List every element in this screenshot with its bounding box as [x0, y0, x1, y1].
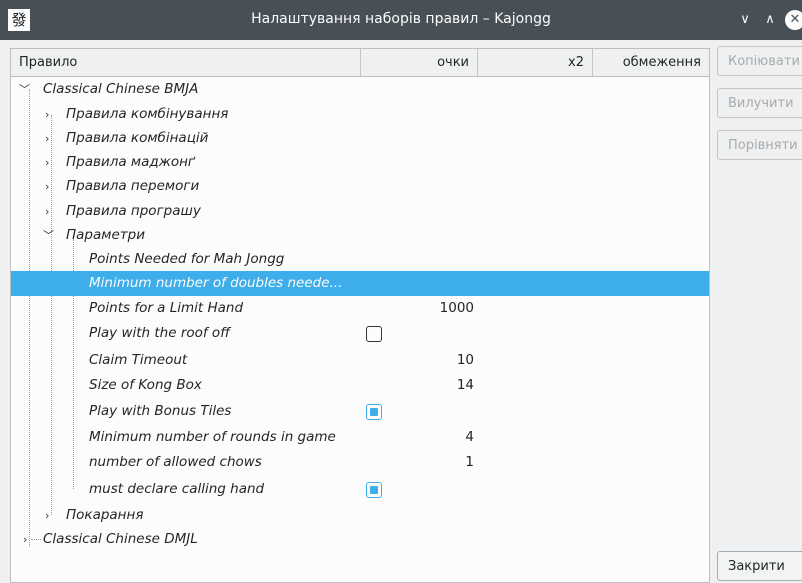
tree-row-combination-rules[interactable]: › Правила комбінацій	[11, 126, 709, 151]
tree-row-label: Покарання	[66, 507, 144, 523]
window-title: Налаштування наборів правил – Kajongg	[251, 11, 551, 27]
tree-row-label: Правила програшу	[66, 203, 201, 219]
tree-row-label: Minimum number of rounds in game	[89, 429, 336, 445]
tree-header: Правило очки x2 обмеження	[11, 49, 709, 77]
tree-row-param[interactable]: Size of Kong Box 14	[11, 373, 709, 398]
tree-row-param[interactable]: Play with the roof off	[11, 321, 709, 346]
tree-row-label: Правила маджонґ	[66, 154, 196, 170]
tree-row-param[interactable]: Play with Bonus Tiles	[11, 399, 709, 424]
ruleset-tree[interactable]: Правило очки x2 обмеження ﹀ Classical Ch…	[10, 48, 710, 583]
tree-row-label: Minimum number of doubles neede...	[89, 275, 343, 291]
column-header-doubles[interactable]: x2	[478, 49, 593, 76]
copy-button[interactable]: Копіювати	[717, 46, 802, 76]
close-button[interactable]: Закрити	[717, 551, 802, 581]
calling-hand-checkbox[interactable]	[366, 482, 382, 498]
chevron-right-icon[interactable]: ›	[45, 199, 49, 224]
chevron-right-icon[interactable]: ›	[45, 150, 49, 175]
tree-row-label: Classical Chinese DMJL	[43, 531, 198, 547]
tree-row-loser-rules[interactable]: › Правила програшу	[11, 199, 709, 224]
tree-row-param[interactable]: Points for a Limit Hand 1000	[11, 296, 709, 321]
chevron-right-icon[interactable]: ›	[45, 102, 49, 127]
tree-row-label: Classical Chinese BMJA	[43, 81, 199, 97]
tree-row-param[interactable]: number of allowed chows 1	[11, 450, 709, 475]
roof-off-checkbox[interactable]	[366, 326, 382, 342]
tree-row-param[interactable]: Minimum number of rounds in game 4	[11, 425, 709, 450]
tree-row-combining-rules[interactable]: › Правила комбінування	[11, 102, 709, 127]
points-value[interactable]: 4	[354, 425, 474, 450]
chevron-right-icon[interactable]: ›	[45, 126, 49, 151]
points-value[interactable]: 10	[354, 348, 474, 373]
tree-row-winner-rules[interactable]: › Правила перемоги	[11, 174, 709, 199]
column-header-rule[interactable]: Правило	[11, 49, 361, 76]
column-header-points[interactable]: очки	[361, 49, 478, 76]
title-bar: 發 Налаштування наборів правил – Kajongg …	[0, 0, 802, 40]
compare-button[interactable]: Порівняти	[717, 130, 802, 160]
chevron-right-icon[interactable]: ›	[45, 503, 49, 528]
tree-row-label: Правила комбінування	[66, 106, 229, 122]
remove-button[interactable]: Вилучити	[717, 88, 802, 118]
tree-row-mahjongg-rules[interactable]: › Правила маджонґ	[11, 150, 709, 175]
tree-row-ruleset-bmja[interactable]: ﹀ Classical Chinese BMJA	[11, 77, 709, 102]
close-window-icon[interactable]: ✕	[785, 10, 802, 30]
minimize-icon[interactable]: ∨	[735, 10, 755, 30]
chevron-right-icon[interactable]: ›	[23, 527, 27, 552]
tree-row-label: Points Needed for Mah Jongg	[89, 251, 285, 267]
tree-row-parameters[interactable]: ﹀ Параметри	[11, 223, 709, 248]
column-header-limits[interactable]: обмеження	[593, 49, 709, 76]
tree-row-label: Параметри	[66, 227, 145, 243]
tree-row-label: Size of Kong Box	[89, 377, 202, 393]
chevron-down-icon[interactable]: ﹀	[19, 77, 30, 102]
points-value[interactable]: 14	[354, 373, 474, 398]
chevron-right-icon[interactable]: ›	[45, 174, 49, 199]
chevron-down-icon[interactable]: ﹀	[43, 223, 54, 248]
tree-row-label: number of allowed chows	[89, 454, 262, 470]
tree-row-label: Play with Bonus Tiles	[89, 403, 232, 419]
tree-row-param-selected[interactable]: Minimum number of doubles neede...	[11, 271, 709, 296]
tree-row-label: Правила перемоги	[66, 178, 200, 194]
points-value[interactable]: 1	[354, 450, 474, 475]
tree-row-penalties[interactable]: › Покарання	[11, 503, 709, 528]
tree-row-label: must declare calling hand	[89, 481, 265, 497]
points-value[interactable]: 1000	[354, 296, 474, 321]
tree-row-label: Play with the roof off	[89, 325, 230, 341]
tree-row-label: Claim Timeout	[89, 352, 188, 368]
tree-row-param[interactable]: must declare calling hand	[11, 477, 709, 502]
tree-row-label: Points for a Limit Hand	[89, 300, 244, 316]
tree-row-label: Правила комбінацій	[66, 130, 209, 146]
tree-row-param[interactable]: Points Needed for Mah Jongg	[11, 247, 709, 272]
tree-row-ruleset-dmjl[interactable]: › Classical Chinese DMJL	[11, 527, 709, 552]
maximize-icon[interactable]: ∧	[760, 10, 780, 30]
tree-row-param[interactable]: Claim Timeout 10	[11, 348, 709, 373]
bonus-tiles-checkbox[interactable]	[366, 404, 382, 420]
